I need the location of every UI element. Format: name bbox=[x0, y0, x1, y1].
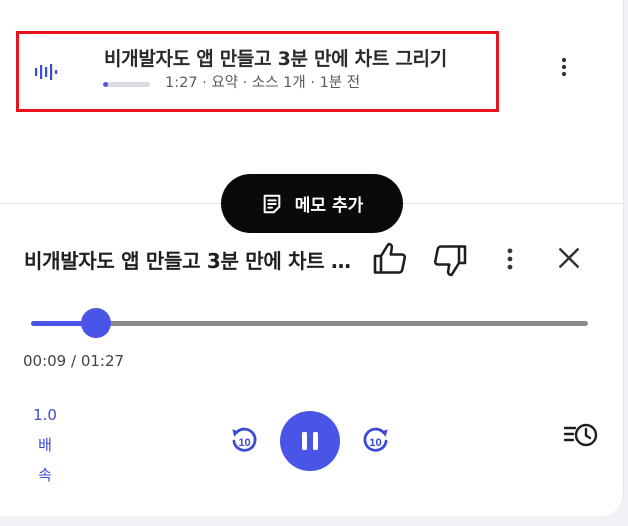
seek-track[interactable] bbox=[31, 308, 588, 338]
pause-button[interactable] bbox=[280, 411, 340, 471]
audio-item-title: 비개발자도 앱 만들고 3분 만에 차트 그리기 bbox=[104, 48, 447, 70]
more-vertical-icon[interactable] bbox=[497, 246, 523, 272]
add-memo-label: 메모 추가 bbox=[294, 196, 364, 216]
seek-thumb[interactable] bbox=[81, 308, 112, 338]
forward-10-icon[interactable]: 10 bbox=[359, 423, 393, 457]
note-icon bbox=[263, 194, 281, 213]
rewind-10-icon[interactable]: 10 bbox=[227, 423, 261, 457]
svg-text:10: 10 bbox=[369, 437, 381, 449]
pause-icon bbox=[302, 432, 318, 450]
speed-label-line2: 속 bbox=[38, 466, 52, 484]
close-icon[interactable] bbox=[556, 245, 582, 271]
svg-text:10: 10 bbox=[238, 437, 250, 449]
audio-item-progress-fill bbox=[103, 82, 108, 87]
thumb-down-icon[interactable] bbox=[432, 242, 468, 278]
audio-item-progress bbox=[103, 82, 150, 87]
playback-speed-button[interactable]: 1.0 배 속 bbox=[28, 400, 62, 490]
player-title: 비개발자도 앱 만들고 3분 만에 차트 그리기 bbox=[24, 249, 359, 273]
audio-wave-icon bbox=[35, 64, 58, 80]
audio-item-meta: 1:27 · 요약 · 소스 1개 · 1분 전 bbox=[165, 75, 361, 91]
time-readout: 00:09 / 01:27 bbox=[23, 352, 125, 370]
more-vertical-icon[interactable] bbox=[552, 55, 576, 79]
add-memo-button[interactable]: 메모 추가 bbox=[221, 174, 403, 233]
thumb-up-icon[interactable] bbox=[372, 241, 408, 277]
speed-label-line1: 배 bbox=[38, 436, 52, 454]
audio-overview-panel: 비개발자도 앱 만들고 3분 만에 차트 그리기 1:27 · 요약 · 소스 … bbox=[0, 0, 624, 516]
queue-history-icon[interactable] bbox=[562, 420, 600, 450]
speed-value: 1.0 bbox=[33, 406, 57, 424]
